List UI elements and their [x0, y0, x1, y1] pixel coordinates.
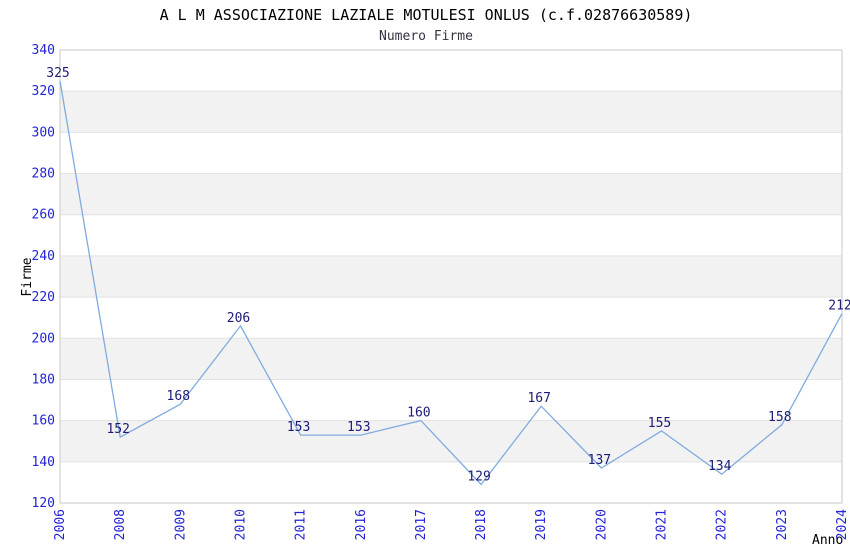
- data-label: 168: [167, 389, 190, 404]
- x-axis-title: Anno: [812, 533, 843, 548]
- plot-bands: [60, 50, 842, 503]
- plot-band: [60, 91, 842, 133]
- data-label: 155: [648, 416, 671, 431]
- plot-band: [60, 50, 842, 92]
- chart-container: 325 152 168 206 153 153 160 129 167 137 155 134 158 2…: [0, 0, 850, 550]
- chart-title: A L M ASSOCIAZIONE LAZIALE MOTULESI ONLU…: [160, 6, 693, 24]
- y-tick-label: 240: [32, 249, 55, 264]
- data-label: 158: [768, 410, 791, 425]
- plot-band: [60, 173, 842, 215]
- data-label: 212: [828, 299, 850, 314]
- data-label: 160: [407, 406, 430, 421]
- x-tick-label: 2009: [173, 509, 188, 540]
- x-tick-label: 2008: [113, 509, 128, 540]
- y-tick-label: 300: [32, 125, 55, 140]
- y-tick-label: 200: [32, 331, 55, 346]
- data-label: 134: [708, 459, 732, 474]
- y-tick-label: 140: [32, 455, 55, 470]
- y-tick-label: 320: [32, 84, 55, 99]
- plot-band: [60, 255, 842, 298]
- y-tick-label: 160: [32, 414, 55, 429]
- x-tick-label: 2022: [715, 509, 730, 540]
- y-tick-label: 120: [32, 496, 55, 511]
- data-label: 137: [588, 453, 611, 468]
- x-tick-labels: 2006 2008 2009 2010 2011 2016 2017 2018 2019 2020…: [53, 509, 850, 540]
- x-tick-label: 2018: [474, 509, 489, 540]
- y-axis-title: Firme: [20, 257, 35, 296]
- plot-band: [60, 420, 842, 462]
- x-tick-label: 2021: [655, 509, 670, 540]
- y-tick-label: 260: [32, 208, 55, 223]
- x-tick-label: 2020: [594, 509, 609, 540]
- x-tick-label: 2016: [354, 509, 369, 540]
- data-label: 325: [46, 66, 69, 81]
- x-tick-label: 2023: [775, 509, 790, 540]
- data-label: 167: [527, 391, 550, 406]
- line-chart: 325 152 168 206 153 153 160 129 167 137 155 134 158 2…: [20, 6, 850, 548]
- data-label: 153: [347, 420, 370, 435]
- data-label: 153: [287, 420, 310, 435]
- y-tick-label: 220: [32, 290, 55, 305]
- y-tick-labels: 120 140 160 180 200 220 240 260 280 300 320 340: [32, 43, 55, 511]
- data-label: 152: [106, 422, 129, 437]
- x-tick-label: 2019: [534, 509, 549, 540]
- x-tick-label: 2010: [234, 509, 249, 540]
- y-tick-label: 280: [32, 167, 55, 182]
- plot-band: [60, 338, 842, 380]
- y-tick-label: 340: [32, 43, 55, 58]
- x-tick-label: 2006: [53, 509, 68, 540]
- plot-band: [60, 297, 842, 339]
- chart-subtitle: Numero Firme: [379, 29, 473, 44]
- y-tick-label: 180: [32, 373, 55, 388]
- x-tick-label: 2011: [294, 509, 309, 540]
- plot-band: [60, 214, 842, 256]
- x-tick-label: 2017: [414, 509, 429, 540]
- plot-band: [60, 132, 842, 174]
- data-label: 129: [467, 470, 490, 485]
- data-label: 206: [227, 311, 250, 326]
